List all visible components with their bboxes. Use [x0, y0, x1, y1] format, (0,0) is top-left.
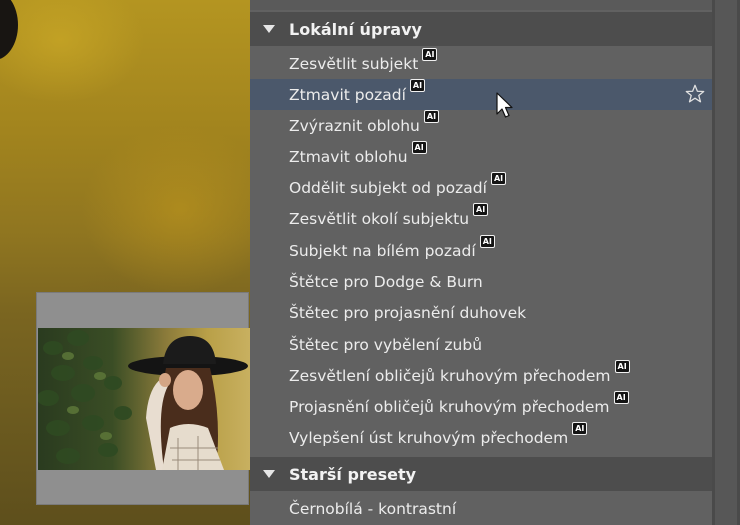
panel-top-strip	[250, 0, 712, 10]
preset-label: Zesvětlit okolí subjektu	[289, 209, 470, 228]
preset-item[interactable]: Zesvětlení obličejů kruhovým přechodem A…	[250, 360, 712, 391]
preset-label: Oddělit subjekt od pozadí	[289, 178, 487, 197]
preset-item[interactable]: Černobílá - kontrastní	[250, 493, 712, 524]
ai-badge-icon: AI	[614, 360, 630, 373]
ai-badge-icon: AI	[479, 235, 495, 248]
presets-panel: Lokální úpravy Zesvětlit subjekt AI Ztma…	[250, 0, 740, 525]
preset-label: Zesvětlit subjekt	[289, 54, 419, 73]
ai-badge-icon: AI	[422, 48, 438, 61]
preset-label: Projasnění obličejů kruhovým přechodem	[289, 397, 610, 416]
ai-badge-icon: AI	[409, 79, 426, 92]
preset-item[interactable]: Projasnění obličejů kruhovým přechodem A…	[250, 391, 712, 422]
section-title: Starší presety	[289, 464, 417, 484]
preset-item[interactable]: Ztmavit oblohu AI	[250, 141, 712, 172]
preset-label: Vylepšení úst kruhovým přechodem	[289, 428, 569, 447]
preset-item[interactable]: Štětec pro projasnění duhovek	[250, 297, 712, 328]
preset-item[interactable]: Subjekt na bílém pozadí AI	[250, 235, 712, 266]
preset-item-selected[interactable]: Ztmavit pozadí AI	[250, 79, 712, 110]
mouse-pointer-icon	[496, 92, 513, 118]
caret-down-icon	[263, 25, 275, 33]
scrollbar-thumb[interactable]	[715, 0, 737, 525]
preset-item[interactable]: Štětec pro vybělení zubů	[250, 329, 712, 360]
preset-label: Štětce pro Dodge & Burn	[289, 272, 483, 291]
preset-preview-popup	[36, 292, 250, 505]
preset-item[interactable]: Vylepšení úst kruhovým přechodem AI	[250, 422, 712, 453]
preset-label: Štětec pro vybělení zubů	[289, 335, 483, 354]
preview-photo-illustration	[38, 330, 248, 470]
section-title: Lokální úpravy	[289, 19, 422, 39]
preset-item[interactable]: Oddělit subjekt od pozadí AI	[250, 172, 712, 203]
preset-item[interactable]: Zesvětlit okolí subjektu AI	[250, 203, 712, 234]
ai-badge-icon: AI	[423, 110, 440, 123]
preset-label: Ztmavit pozadí	[289, 85, 406, 104]
preset-label: Zesvětlení obličejů kruhovým přechodem	[289, 366, 611, 385]
ai-badge-icon: AI	[411, 141, 427, 154]
photo-dark-area	[0, 0, 18, 60]
panel-scrollbar[interactable]	[712, 0, 740, 525]
preview-image	[38, 328, 250, 470]
preset-label: Černobílá - kontrastní	[289, 499, 457, 518]
favorite-star-icon[interactable]	[684, 83, 706, 105]
preset-label: Subjekt na bílém pozadí	[289, 241, 476, 260]
preset-item[interactable]: Štětce pro Dodge & Burn	[250, 266, 712, 297]
ai-badge-icon: AI	[572, 422, 588, 435]
ai-badge-icon: AI	[490, 172, 507, 185]
preset-label: Ztmavit oblohu	[289, 147, 408, 166]
section-header-starsi-presety[interactable]: Starší presety	[250, 457, 712, 491]
preset-label: Zvýraznit oblohu	[289, 116, 420, 135]
ai-badge-icon: AI	[473, 203, 489, 216]
ai-badge-icon: AI	[613, 391, 629, 404]
preset-item[interactable]: Zvýraznit oblohu AI	[250, 110, 712, 141]
section-header-lokalni-upravy[interactable]: Lokální úpravy	[250, 12, 712, 46]
preset-item[interactable]: Zesvětlit subjekt AI	[250, 48, 712, 79]
caret-down-icon	[263, 470, 275, 478]
preset-label: Štětec pro projasnění duhovek	[289, 303, 527, 322]
